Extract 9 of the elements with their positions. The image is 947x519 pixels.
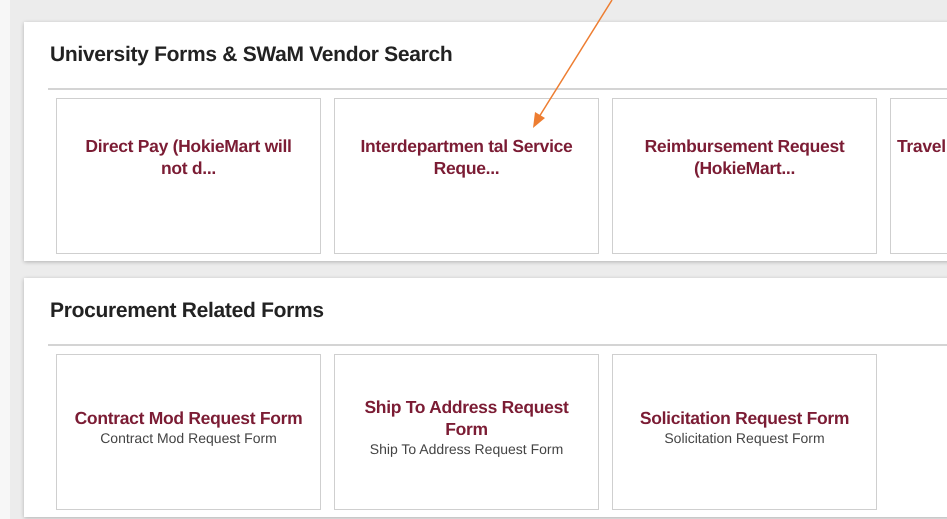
form-card[interactable]: Travel <box>890 98 947 254</box>
form-card[interactable]: Reimbursement Request (HokieMart... <box>612 98 877 254</box>
form-card[interactable]: Direct Pay (HokieMart will not d... <box>56 98 321 254</box>
form-card[interactable]: Ship To Address Request Form Ship To Address Request Form <box>334 354 599 510</box>
form-card[interactable]: Interdepartmen tal Service Reque... <box>334 98 599 254</box>
form-card[interactable]: Contract Mod Request Form Contract Mod Request Form <box>56 354 321 510</box>
section-title: Procurement Related Forms <box>49 298 325 324</box>
section-title: University Forms & SWaM Vendor Search <box>49 42 454 68</box>
form-card[interactable]: Solicitation Request Form Solicitation Request Form <box>612 354 877 510</box>
